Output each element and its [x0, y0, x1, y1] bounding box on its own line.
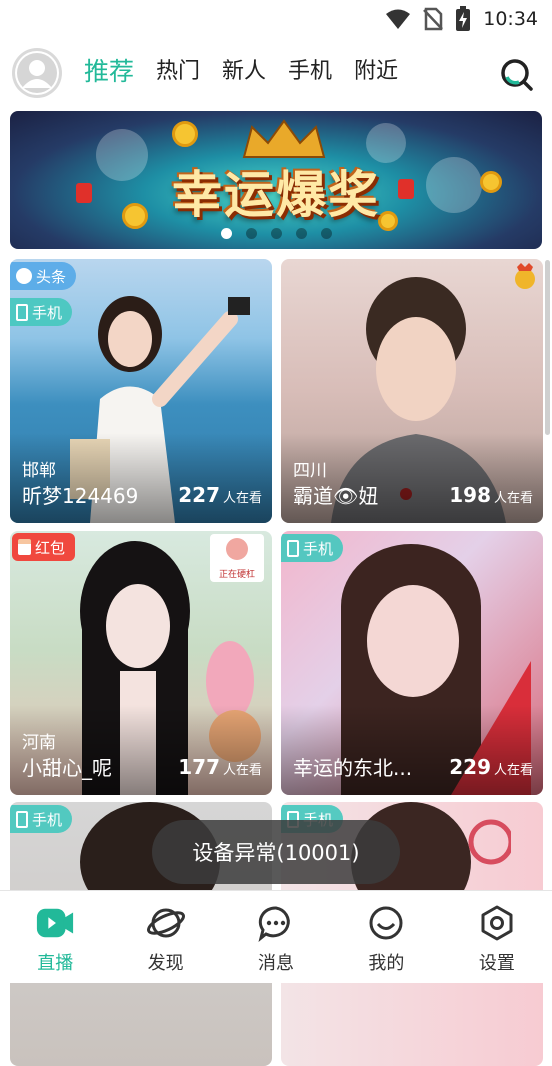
- tab-hot[interactable]: 热门: [156, 54, 200, 90]
- phone-icon: [16, 303, 28, 321]
- live-video-icon: [35, 903, 75, 943]
- room-location: 河南: [22, 733, 56, 753]
- banner-pager: [10, 228, 542, 239]
- room-name: 霸道👁妞: [293, 484, 379, 508]
- live-room-card[interactable]: 四川 霸道👁妞 198 人在看: [281, 259, 543, 523]
- message-bubble-icon: [256, 903, 296, 943]
- nav-mine[interactable]: 我的: [331, 891, 441, 983]
- room-name: 小甜心_呢: [22, 756, 112, 780]
- viewer-count: 177 人在看: [178, 755, 262, 779]
- tab-mobile[interactable]: 手机: [288, 54, 332, 90]
- mobile-badge: 手机: [10, 298, 73, 326]
- error-toast: 设备异常(10001): [152, 820, 400, 884]
- nav-settings[interactable]: 设置: [442, 891, 552, 983]
- headline-badge: 头条: [10, 262, 77, 290]
- wifi-icon: [386, 9, 411, 29]
- bird-icon: [16, 268, 32, 284]
- nav-messages[interactable]: 消息: [221, 891, 331, 983]
- tab-recommend[interactable]: 推荐: [84, 54, 134, 90]
- no-sim-icon: [423, 7, 444, 31]
- room-name: 幸运的东北...: [293, 756, 413, 780]
- pager-dot[interactable]: [320, 228, 332, 239]
- phone-icon: [287, 539, 299, 557]
- coin-icon: [172, 121, 198, 147]
- pager-dot[interactable]: [295, 228, 307, 239]
- card-shade: [281, 705, 543, 795]
- crown-icon: [242, 119, 326, 158]
- sticker: 正在硬杠: [210, 534, 264, 582]
- smiley-face-icon: [366, 903, 406, 943]
- pager-dot[interactable]: [270, 228, 282, 239]
- tab-nearby[interactable]: 附近: [354, 54, 398, 90]
- user-avatar-icon[interactable]: [12, 48, 62, 98]
- live-room-card[interactable]: 头条 手机 邯郸 昕梦124469 227 人在看: [10, 259, 272, 523]
- category-tabs: 推荐 热门 新人 手机 附近: [84, 54, 398, 90]
- bottom-nav: 直播 发现 消息 我的 设置: [0, 890, 552, 983]
- red-envelope-icon: [18, 539, 31, 555]
- live-room-card[interactable]: 红包 正在硬杠 河南 小甜心_呢 177 人在看: [10, 531, 272, 795]
- cartoon-pig-icon: [226, 538, 248, 560]
- mobile-badge: 手机: [10, 805, 73, 833]
- planet-icon: [146, 903, 186, 943]
- pager-dot[interactable]: [245, 228, 257, 239]
- settings-hexagon-icon: [477, 903, 517, 943]
- nav-discover[interactable]: 发现: [110, 891, 220, 983]
- banner-title: 幸运爆奖: [172, 166, 380, 224]
- scrollbar-thumb[interactable]: [545, 260, 550, 435]
- viewer-count: 227 人在看: [178, 483, 262, 507]
- mobile-badge: 手机: [281, 534, 344, 562]
- room-name: 昕梦124469: [22, 484, 139, 508]
- viewer-count: 198 人在看: [449, 483, 533, 507]
- status-time: 10:34: [483, 8, 538, 30]
- tab-new[interactable]: 新人: [222, 54, 266, 90]
- top-header: 推荐 热门 新人 手机 附近: [0, 40, 552, 108]
- viewer-count: 229 人在看: [449, 755, 533, 779]
- promo-banner[interactable]: 幸运爆奖: [10, 111, 542, 249]
- room-location: 四川: [293, 461, 327, 481]
- phone-icon: [16, 810, 28, 828]
- search-icon[interactable]: [498, 56, 534, 92]
- battery-charging-icon: [456, 6, 471, 31]
- room-location: 邯郸: [22, 461, 56, 481]
- live-room-card[interactable]: 手机 幸运的东北... 229 人在看: [281, 531, 543, 795]
- medal-icon: [515, 263, 535, 289]
- nav-live[interactable]: 直播: [0, 891, 110, 983]
- pager-dot[interactable]: [220, 228, 232, 239]
- status-bar: 10:34: [0, 0, 552, 38]
- red-envelope-badge: 红包: [12, 533, 76, 561]
